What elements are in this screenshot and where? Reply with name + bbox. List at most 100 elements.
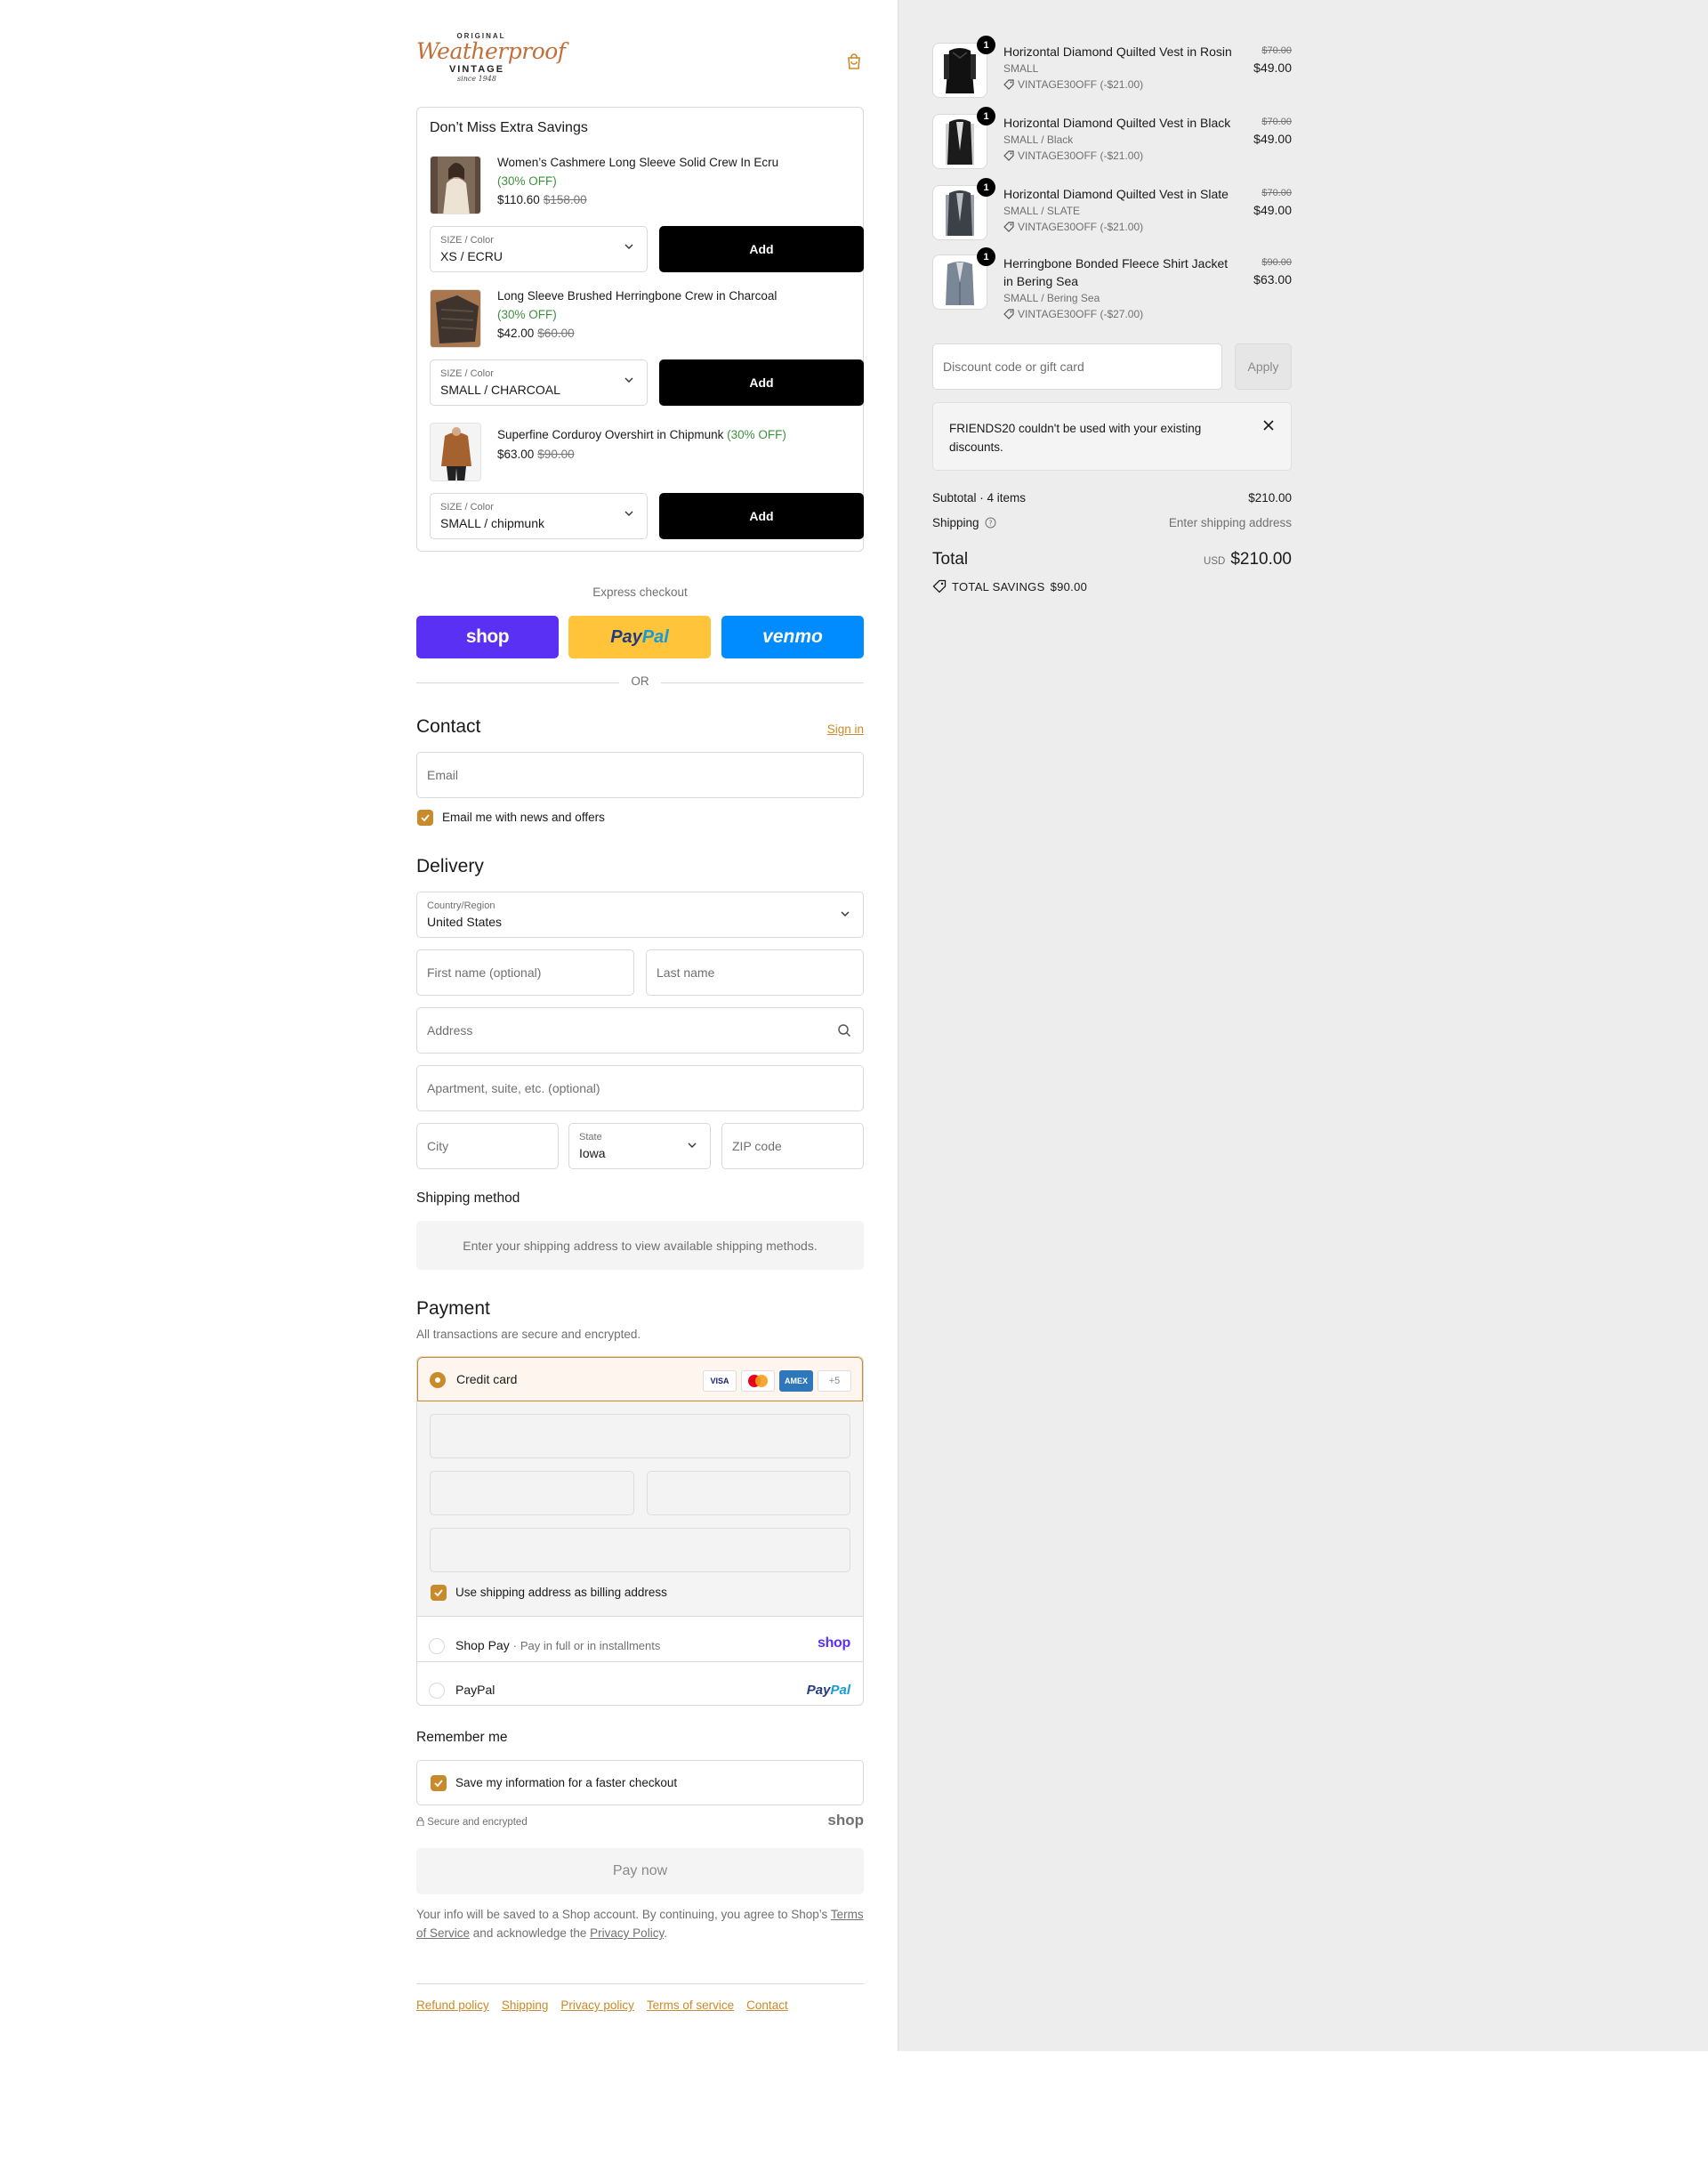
order-item-discount: VINTAGE30OFF (-$21.00): [1003, 221, 1143, 233]
paypal-radio[interactable]: [429, 1683, 445, 1699]
chevron-down-icon: [624, 244, 633, 249]
refund-policy-link[interactable]: Refund policy: [416, 1998, 489, 2012]
total-savings: TOTAL SAVINGS $90.00: [932, 579, 1087, 593]
contact-link[interactable]: Contact: [746, 1998, 788, 2012]
discount-code-field[interactable]: Discount code or gift card: [932, 343, 1222, 390]
contact-title: Contact: [416, 716, 481, 737]
first-name-field[interactable]: First name (optional): [416, 949, 634, 996]
tag-icon: [932, 579, 947, 593]
email-field[interactable]: Email: [416, 752, 864, 798]
express-checkout-label: Express checkout: [592, 585, 688, 599]
zip-field[interactable]: ZIP code: [721, 1123, 864, 1169]
quantity-badge: 1: [977, 107, 995, 125]
add-button[interactable]: Add: [659, 226, 864, 272]
remember-checkbox[interactable]: [431, 1775, 447, 1791]
state-select[interactable]: State Iowa: [568, 1123, 711, 1169]
more-cards-badge: +5: [818, 1370, 851, 1392]
billing-checkbox[interactable]: [431, 1585, 447, 1601]
size-color-select[interactable]: SIZE / Color SMALL / chipmunk: [430, 493, 648, 539]
product-image: [430, 289, 481, 348]
lock-icon: [416, 1817, 424, 1827]
search-icon: [838, 1024, 851, 1038]
check-icon: [421, 814, 430, 822]
shipping-link[interactable]: Shipping: [502, 1998, 549, 2012]
upsell-title: Don’t Miss Extra Savings: [430, 120, 588, 135]
order-item-discount: VINTAGE30OFF (-$27.00): [1003, 308, 1143, 320]
chevron-down-icon: [624, 511, 633, 516]
privacy-policy-link[interactable]: Privacy policy: [560, 1998, 634, 2012]
credit-card-option[interactable]: Credit card VISA AMEX +5: [417, 1357, 863, 1401]
checkout-main: ORIGINAL Weatherproof VINTAGE since 1948…: [416, 0, 864, 2012]
name-on-card-field[interactable]: [430, 1528, 850, 1572]
order-item-variant: SMALL: [1003, 62, 1039, 75]
order-item-name: Herringbone Bonded Fleece Shirt Jacket i…: [1003, 256, 1229, 288]
mastercard-icon: [741, 1370, 775, 1392]
shopping-bag-icon[interactable]: [844, 52, 864, 71]
city-field[interactable]: City: [416, 1123, 559, 1169]
expiration-field[interactable]: [430, 1471, 634, 1515]
news-checkbox-label: Email me with news and offers: [442, 811, 605, 824]
add-button[interactable]: Add: [659, 359, 864, 406]
size-color-select[interactable]: SIZE / Color XS / ECRU: [430, 226, 648, 272]
help-icon[interactable]: ?: [985, 517, 996, 529]
sign-in-link[interactable]: Sign in: [827, 723, 864, 736]
address-field[interactable]: Address: [416, 1007, 864, 1054]
total-value: USD $210.00: [1204, 550, 1292, 569]
or-divider: OR: [416, 674, 864, 690]
check-icon: [434, 1780, 443, 1788]
upsell-item-prices: $42.00 $60.00: [497, 327, 575, 340]
payment-methods: Credit card VISA AMEX +5 Use shipping ad…: [416, 1356, 864, 1706]
shop-pay-radio[interactable]: [429, 1638, 445, 1654]
order-item-price: $49.00: [1253, 132, 1292, 146]
order-item-variant: SMALL / Black: [1003, 133, 1074, 146]
remember-me-title: Remember me: [416, 1730, 508, 1745]
tag-icon: [1003, 222, 1014, 232]
upsell-item-name: Superfine Corduroy Overshirt in Chipmunk…: [497, 428, 786, 441]
upsell-item-discount: (30% OFF): [497, 308, 557, 321]
quantity-badge: 1: [977, 178, 995, 197]
country-select[interactable]: Country/Region United States: [416, 892, 864, 938]
terms-of-service-link[interactable]: Terms of service: [647, 1998, 734, 2012]
close-icon[interactable]: [1262, 419, 1275, 432]
brand-logo[interactable]: ORIGINAL Weatherproof VINTAGE since 1948: [416, 32, 566, 94]
divider: [417, 1661, 863, 1662]
secure-note: Secure and encrypted: [416, 1817, 528, 1828]
credit-card-label: Credit card: [456, 1372, 518, 1386]
security-code-field[interactable]: [647, 1471, 850, 1515]
shop-pay-label[interactable]: Shop Pay · Pay in full or in installment…: [455, 1638, 660, 1652]
add-button[interactable]: Add: [659, 493, 864, 539]
order-item-price: $49.00: [1253, 203, 1292, 217]
delivery-title: Delivery: [416, 856, 484, 876]
paypal-button[interactable]: Pay Pal: [568, 616, 711, 658]
news-checkbox[interactable]: [417, 810, 433, 826]
size-color-select[interactable]: SIZE / Color SMALL / CHARCOAL: [430, 359, 648, 406]
card-number-field[interactable]: [430, 1414, 850, 1458]
order-item-variant: SMALL / Bering Sea: [1003, 292, 1100, 304]
shop-pay-button[interactable]: shop: [416, 616, 559, 658]
privacy-policy-link[interactable]: Privacy Policy: [590, 1926, 664, 1940]
quantity-badge: 1: [977, 247, 995, 266]
pay-now-button[interactable]: Pay now: [416, 1848, 864, 1894]
upsell-panel: Don’t Miss Extra Savings Women’s Cashmer…: [416, 107, 864, 552]
tag-icon: [1003, 309, 1014, 319]
billing-checkbox-label: Use shipping address as billing address: [455, 1586, 667, 1599]
apply-button[interactable]: Apply: [1235, 343, 1292, 390]
order-item-discount: VINTAGE30OFF (-$21.00): [1003, 149, 1143, 162]
order-item-old-price: $70.00: [1261, 45, 1292, 56]
apartment-field[interactable]: Apartment, suite, etc. (optional): [416, 1065, 864, 1111]
last-name-field[interactable]: Last name: [646, 949, 864, 996]
order-item-name: Horizontal Diamond Quilted Vest in Rosin: [1003, 44, 1232, 59]
product-image: [430, 423, 481, 481]
subtotal-row: Subtotal · 4 items $210.00: [932, 491, 1292, 505]
upsell-item-discount: (30% OFF): [497, 174, 557, 188]
remember-me-option[interactable]: Save my information for a faster checkou…: [416, 1760, 864, 1805]
venmo-button[interactable]: venmo: [721, 616, 864, 658]
order-item-discount: VINTAGE30OFF (-$21.00): [1003, 78, 1143, 91]
order-item-old-price: $90.00: [1261, 257, 1292, 268]
shipping-method-note: Enter your shipping address to view avai…: [416, 1221, 864, 1270]
remember-checkbox-label: Save my information for a faster checkou…: [455, 1776, 678, 1789]
radio-selected[interactable]: [430, 1372, 446, 1388]
footer-links: Refund policy Shipping Privacy policy Te…: [416, 1998, 788, 2012]
paypal-label[interactable]: PayPal: [455, 1683, 495, 1697]
order-item-old-price: $70.00: [1261, 188, 1292, 198]
